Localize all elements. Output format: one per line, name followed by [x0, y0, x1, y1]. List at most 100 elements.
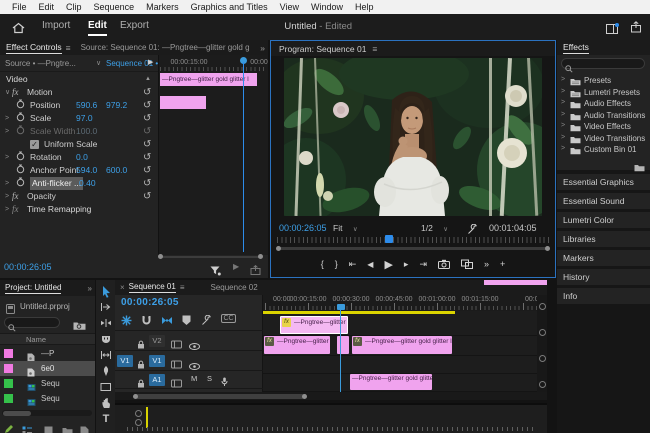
chevron-right-icon[interactable]: >: [561, 145, 565, 152]
reset-param-icon[interactable]: ↺: [143, 112, 151, 125]
mark-out-button[interactable]: }: [335, 259, 338, 269]
hand-tool[interactable]: [99, 396, 113, 410]
chevron-right-icon[interactable]: >: [561, 122, 565, 129]
share-icon[interactable]: [630, 20, 642, 38]
chevron-right-icon[interactable]: >: [5, 203, 9, 216]
panel-tab-history[interactable]: History: [557, 269, 650, 285]
track-target-v2[interactable]: V2: [149, 335, 165, 347]
project-item-row[interactable]: Sequ: [0, 376, 95, 391]
pencil-icon[interactable]: [4, 421, 14, 433]
comparison-view-button[interactable]: [461, 259, 473, 269]
stopwatch-icon[interactable]: [16, 177, 25, 191]
label-color-swatch[interactable]: [4, 349, 13, 358]
panel-tab-info[interactable]: Info: [557, 288, 650, 304]
name-column-header[interactable]: Name: [26, 335, 46, 344]
nest-sequence-icon[interactable]: [121, 313, 132, 331]
tab-program[interactable]: Program: Sequence 01: [279, 44, 366, 54]
chevron-right-icon[interactable]: >: [561, 111, 565, 118]
ec-position-x-value[interactable]: 590.6: [76, 99, 97, 112]
ec-anti-flicker-label[interactable]: Anti-flicker ...: [30, 177, 84, 190]
effects-bin-video-transitions[interactable]: > Video Transitions: [557, 134, 650, 146]
go-to-in-button[interactable]: ⇤: [349, 259, 357, 270]
ec-anti-flicker-value[interactable]: 0.40: [79, 177, 96, 190]
project-list-header[interactable]: Name: [0, 333, 95, 345]
solo-button[interactable]: S: [207, 374, 212, 383]
ec-keyframe-block[interactable]: [160, 96, 206, 109]
panel-overflow-icon[interactable]: »: [260, 43, 265, 53]
menu-view[interactable]: View: [274, 2, 305, 12]
track-select-forward-tool[interactable]: [99, 300, 113, 314]
chevron-right-icon[interactable]: >: [5, 151, 9, 164]
effects-bin-audio-transitions[interactable]: > Audio Transitions: [557, 111, 650, 123]
work-area-bar[interactable]: [263, 311, 455, 314]
ec-effect-opacity[interactable]: > fx Opacity ↺: [0, 190, 158, 203]
reset-param-icon[interactable]: ↺: [143, 138, 151, 151]
reset-param-icon[interactable]: ↺: [143, 164, 151, 177]
program-h-scrollbar[interactable]: [279, 247, 547, 250]
add-marker-icon[interactable]: [182, 313, 191, 331]
razor-tool[interactable]: [99, 332, 113, 346]
play-button[interactable]: ▶: [384, 258, 392, 271]
ec-prop-scale[interactable]: > Scale 97.0 ↺: [0, 112, 158, 125]
panel-menu-icon[interactable]: ≡: [66, 43, 71, 53]
tab-effects[interactable]: Effects: [563, 42, 589, 54]
zoom-level-select[interactable]: Fit ∨: [333, 223, 358, 233]
menu-markers[interactable]: Markers: [140, 2, 185, 12]
label-color-swatch[interactable]: [4, 379, 13, 388]
chevron-right-icon[interactable]: >: [561, 88, 565, 95]
ec-position-y-value[interactable]: 979.2: [106, 99, 127, 112]
reset-effect-icon[interactable]: ↺: [143, 190, 151, 203]
ec-prop-anchor-point[interactable]: Anchor Point 594.0 600.0 ↺: [0, 164, 158, 177]
list-view-icon[interactable]: [22, 422, 32, 433]
effects-bin-presets[interactable]: > Presets: [557, 76, 650, 88]
type-tool[interactable]: T: [99, 412, 113, 426]
ec-play-toggle-icon[interactable]: ▶: [148, 58, 153, 66]
reset-param-icon[interactable]: ↺: [143, 151, 151, 164]
effects-search-input[interactable]: [561, 58, 645, 73]
clip-v1-b[interactable]: fx —Pngtree—glitter gold glitter ligh: [352, 336, 452, 354]
step-forward-button[interactable]: ▸: [404, 259, 409, 270]
rectangle-tool[interactable]: [99, 380, 113, 394]
ec-scrollbar-dot[interactable]: [158, 254, 163, 259]
stopwatch-icon[interactable]: [16, 164, 25, 178]
ec-effect-motion[interactable]: ∨ fx Motion ↺: [0, 86, 158, 99]
timeline-playhead-line[interactable]: [340, 309, 341, 392]
effects-bin-audio-effects[interactable]: > Audio Effects: [557, 99, 650, 111]
ec-anchor-x-value[interactable]: 594.0: [76, 164, 97, 177]
tab-source-monitor[interactable]: Source: Sequence 01: —Pngtree—glitter go…: [81, 43, 249, 52]
play-only-icon[interactable]: ▶: [233, 262, 239, 271]
clip-v1-a[interactable]: fx —Pngtree—glitter g: [264, 336, 330, 354]
scrollbar-dot[interactable]: [276, 246, 281, 251]
project-h-scrollbar[interactable]: [2, 410, 92, 416]
menu-file[interactable]: File: [6, 2, 33, 12]
ec-prop-anti-flicker[interactable]: > Anti-flicker ... 0.40 ↺: [0, 177, 158, 190]
chevron-right-icon[interactable]: >: [5, 177, 9, 190]
ec-prop-uniform-scale[interactable]: ✓ Uniform Scale ↺: [0, 138, 158, 151]
export-frame-button[interactable]: [438, 259, 450, 269]
ec-timecode[interactable]: 00:00:26:05: [4, 262, 52, 272]
source-patch-v1[interactable]: V1: [117, 355, 133, 367]
panel-tab-essential-sound[interactable]: Essential Sound: [557, 193, 650, 209]
ec-scale-value[interactable]: 97.0: [76, 112, 93, 125]
ec-rotation-value[interactable]: 0.0: [76, 151, 88, 164]
mark-in-button[interactable]: {: [321, 259, 324, 269]
clip-v1-sliver[interactable]: [337, 336, 349, 354]
scrollbar-dot[interactable]: [545, 246, 550, 251]
track-resize-dot[interactable]: [539, 355, 546, 362]
go-to-out-button[interactable]: ⇥: [419, 259, 427, 270]
ec-scrollbar-dot[interactable]: [258, 254, 263, 259]
selection-tool[interactable]: [99, 284, 113, 298]
snap-magnet-icon[interactable]: [141, 313, 152, 331]
step-back-button[interactable]: ◀: [367, 260, 373, 269]
tab-sequence-02[interactable]: Sequence 02: [211, 283, 258, 292]
ec-prop-rotation[interactable]: > Rotation 0.0 ↺: [0, 151, 158, 164]
panel-tab-libraries[interactable]: Libraries: [557, 231, 650, 247]
ec-prop-position[interactable]: Position 590.6 979.2 ↺: [0, 99, 158, 112]
pen-tool[interactable]: [99, 364, 113, 378]
scrollbar-thumb[interactable]: [3, 410, 31, 416]
reset-param-icon[interactable]: ↺: [143, 99, 151, 112]
panel-overflow-icon[interactable]: »: [88, 284, 92, 293]
project-item-row-selected[interactable]: 6e0: [0, 361, 95, 377]
project-item-row[interactable]: Sequ: [0, 391, 95, 406]
mute-button[interactable]: M: [191, 374, 197, 383]
